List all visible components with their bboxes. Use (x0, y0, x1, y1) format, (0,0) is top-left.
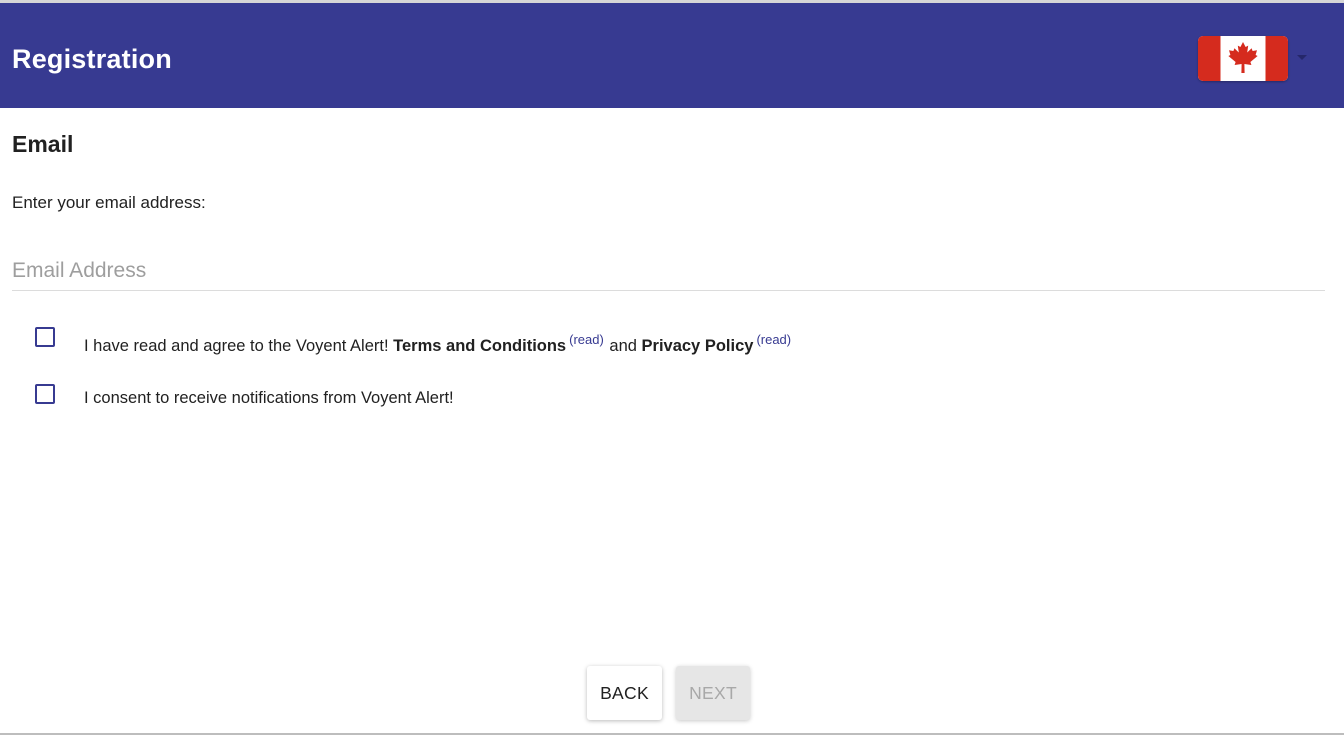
canada-flag-icon (1198, 36, 1288, 81)
language-select[interactable] (1197, 35, 1313, 81)
terms-prefix: I have read and agree to the Voyent Aler… (84, 337, 389, 355)
next-button[interactable]: NEXT (676, 666, 750, 720)
terms-read-link[interactable]: (read) (569, 332, 604, 347)
app-toolbar: Registration (0, 3, 1344, 108)
registration-page: Registration Email Enter your email addr… (0, 0, 1344, 735)
terms-label: I have read and agree to the Voyent Aler… (84, 329, 792, 357)
back-button[interactable]: BACK (587, 666, 662, 720)
terms-conjunction: and (609, 337, 637, 355)
section-title: Email (12, 131, 74, 157)
page-title: Registration (12, 44, 172, 74)
caret-down-icon (1297, 55, 1307, 60)
email-prompt: Enter your email address: (12, 193, 206, 212)
terms-checkbox[interactable] (35, 327, 55, 347)
notifications-label: I consent to receive notifications from … (84, 389, 454, 407)
privacy-read-link[interactable]: (read) (756, 332, 791, 347)
terms-and-conditions-label: Terms and Conditions (393, 337, 567, 355)
email-input[interactable] (12, 251, 1325, 291)
privacy-policy-label: Privacy Policy (641, 337, 754, 355)
notifications-checkbox[interactable] (35, 384, 55, 404)
